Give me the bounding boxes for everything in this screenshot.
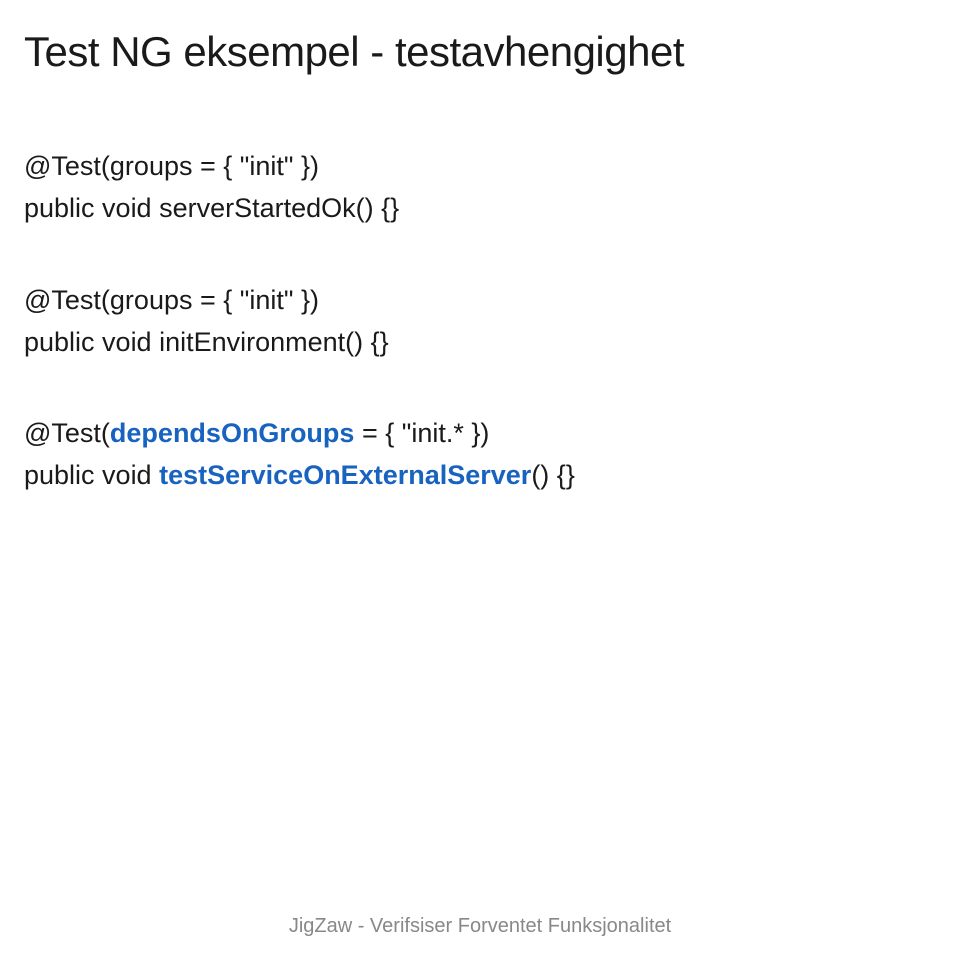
code-text: = { "init.* }) xyxy=(354,418,489,448)
slide-title: Test NG eksempel - testavhengighet xyxy=(24,28,936,76)
code-line: public void initEnvironment() {} xyxy=(24,322,936,364)
code-line: public void serverStartedOk() {} xyxy=(24,188,936,230)
code-line: @Test(groups = { "init" }) xyxy=(24,280,936,322)
code-text: @Test( xyxy=(24,418,110,448)
code-text: () {} xyxy=(531,460,575,490)
code-highlight: testServiceOnExternalServer xyxy=(159,460,531,490)
code-block-1: @Test(groups = { "init" }) public void s… xyxy=(24,146,936,230)
code-line: @Test(dependsOnGroups = { "init.* }) xyxy=(24,413,936,455)
code-line: public void testServiceOnExternalServer(… xyxy=(24,455,936,497)
code-highlight: dependsOnGroups xyxy=(110,418,355,448)
code-block-3: @Test(dependsOnGroups = { "init.* }) pub… xyxy=(24,413,936,497)
code-text: public void xyxy=(24,460,159,490)
footer-text: JigZaw - Verifsiser Forventet Funksjonal… xyxy=(0,915,960,938)
code-block-2: @Test(groups = { "init" }) public void i… xyxy=(24,280,936,364)
code-line: @Test(groups = { "init" }) xyxy=(24,146,936,188)
